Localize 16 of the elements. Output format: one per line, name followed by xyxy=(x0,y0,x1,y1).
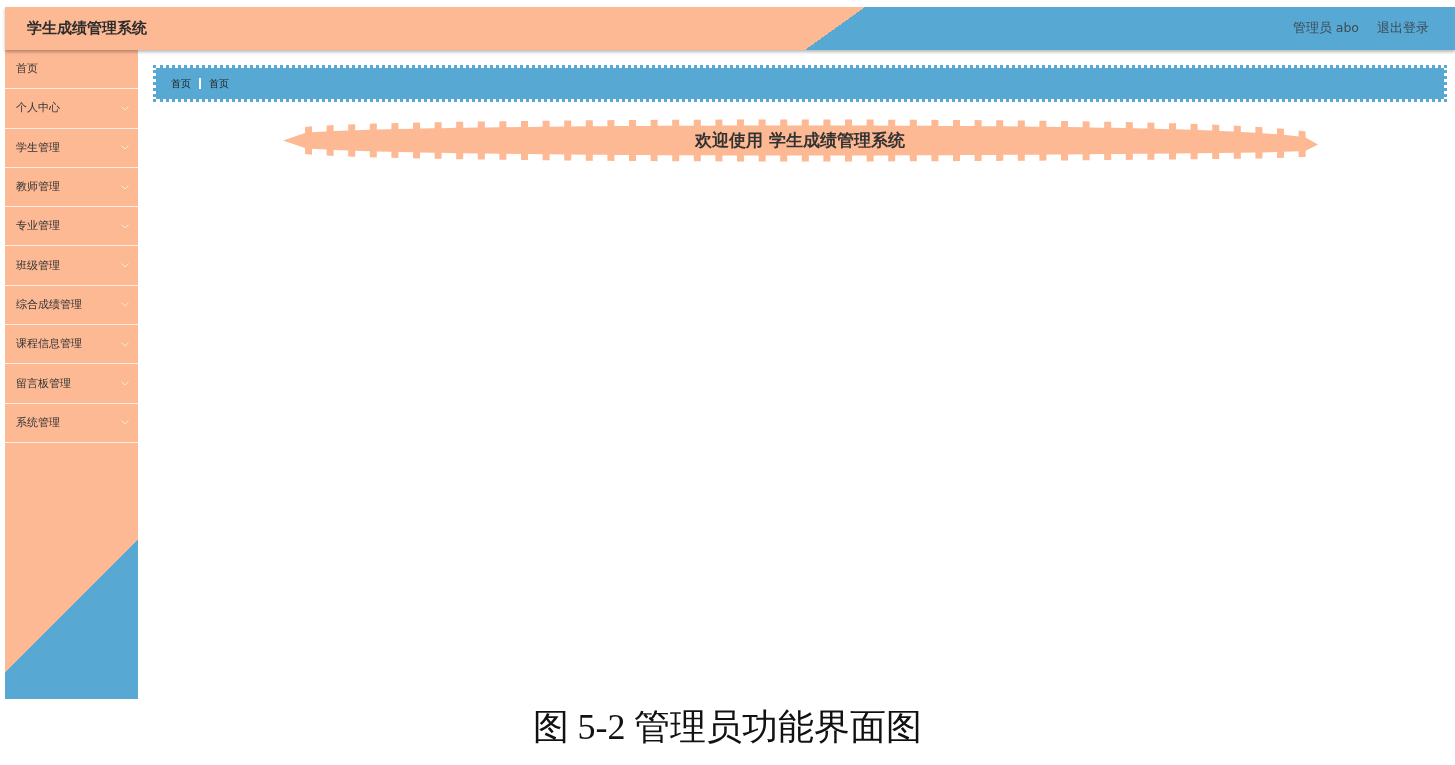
chevron-down-icon xyxy=(121,145,129,151)
logout-link[interactable]: 退出登录 xyxy=(1377,20,1429,37)
chevron-down-icon xyxy=(121,381,129,386)
chevron-down-icon xyxy=(121,302,129,308)
chevron-down-icon xyxy=(121,263,129,269)
chevron-down-icon xyxy=(121,184,129,190)
breadcrumb-link[interactable]: 首页 xyxy=(171,76,191,91)
chevron-down-icon xyxy=(121,420,129,426)
chevron-down-icon xyxy=(121,105,129,111)
app-title: 学生成绩管理系统 xyxy=(27,19,147,38)
welcome-title: 欢迎使用 学生成绩管理系统 xyxy=(695,129,905,151)
user-label: 管理员 abo xyxy=(1292,20,1359,37)
chevron-down-icon xyxy=(121,223,129,229)
chevron-down-icon xyxy=(121,341,129,347)
figure-caption: 图 5-2 管理员功能界面图 xyxy=(532,706,923,749)
breadcrumb-current: 首页 xyxy=(209,76,229,91)
